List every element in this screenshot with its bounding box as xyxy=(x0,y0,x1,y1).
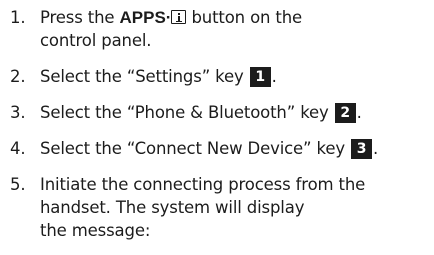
step-5: 5. Initiate the connecting process from … xyxy=(0,173,434,248)
callout-badge-1: 1 xyxy=(249,67,271,87)
step-text: Select the “Phone & Bluetooth” key xyxy=(40,103,329,122)
callout-badge-3: 3 xyxy=(351,139,372,159)
step-3-line: Select the “Phone & Bluetooth” key 2. xyxy=(40,101,362,124)
step-1: 1. Press the APPS· button on the control … xyxy=(0,6,434,56)
step-5-line-1: Initiate the connecting process from the xyxy=(40,175,366,194)
step-text: Select the “Connect New Device” key xyxy=(40,139,345,158)
step-text: button on the xyxy=(191,8,303,27)
step-2: 2. Select the “Settings” key 1. xyxy=(0,65,434,90)
step-4-line: Select the “Connect New Device” key 3. xyxy=(40,137,378,160)
step-4: 4. Select the “Connect New Device” key 3. xyxy=(0,137,434,162)
instruction-steps: 1. Press the APPS· button on the control … xyxy=(0,0,434,255)
step-3: 3. Select the “Phone & Bluetooth” key 2. xyxy=(0,101,434,126)
step-number: 4. xyxy=(10,139,26,158)
step-end: . xyxy=(356,103,362,122)
step-5-line-2: handset. The system will display xyxy=(40,198,305,217)
step-text: Select the “Settings” key xyxy=(40,67,244,86)
step-number: 5. xyxy=(10,175,26,194)
apps-button-name: APPS· xyxy=(119,8,172,27)
step-number: 3. xyxy=(10,103,26,122)
step-number: 2. xyxy=(10,67,26,86)
info-icon xyxy=(171,10,187,24)
step-end: . xyxy=(271,67,277,86)
callout-badge-2: 2 xyxy=(334,103,356,123)
step-number: 1. xyxy=(10,8,26,27)
step-1-line-1: Press the APPS· button on the xyxy=(40,6,302,29)
step-5-line-3: the message: xyxy=(40,221,151,240)
step-end: . xyxy=(373,139,379,158)
step-text: Press the xyxy=(40,8,120,27)
step-1-line-2: control panel. xyxy=(40,31,152,50)
step-2-line: Select the “Settings” key 1. xyxy=(40,65,277,88)
